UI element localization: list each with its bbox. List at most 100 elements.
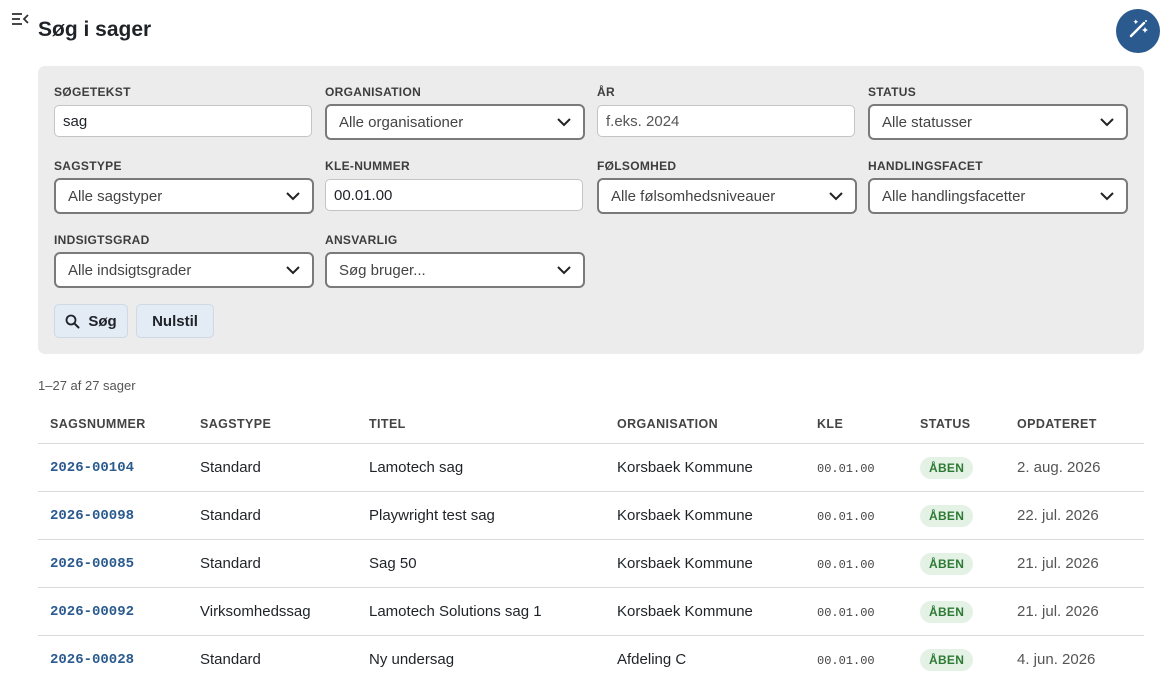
results-table: SAGSNUMMER SAGSTYPE TITEL ORGANISATION K… [38,404,1144,681]
case-organisation: Korsbaek Kommune [617,507,753,524]
indsigtsgrad-select-value: Alle indsigtsgrader [68,261,192,279]
case-updated: 21. jul. 2026 [1017,555,1099,572]
sagstype-label: SAGSTYPE [54,159,122,173]
case-updated: 22. jul. 2026 [1017,507,1099,524]
year-label: ÅR [597,85,615,99]
organisation-select-value: Alle organisationer [339,113,464,131]
status-badge: ÅBEN [920,553,974,575]
case-organisation: Korsbaek Kommune [617,603,753,620]
reset-button[interactable]: Nulstil [136,304,214,338]
status-select[interactable]: Alle statusser [868,104,1128,140]
column-header-kle[interactable]: KLE [817,417,843,431]
search-icon [65,314,80,328]
chevron-down-icon [1100,118,1114,127]
case-organisation: Afdeling C [617,651,687,668]
table-row[interactable]: 2026-00092 Virksomhedssag Lamotech Solut… [38,588,1144,636]
chevron-down-icon [557,118,571,127]
kle-label: KLE-NUMMER [325,159,410,173]
year-field: ÅR [597,84,857,137]
case-kle: 00.01.00 [817,558,875,572]
organisation-field: ORGANISATION Alle organisationer [325,84,585,140]
case-kle: 00.01.00 [817,510,875,524]
organisation-select[interactable]: Alle organisationer [325,104,585,140]
kle-input[interactable] [325,179,583,211]
case-number-link[interactable]: 2026-00098 [50,508,134,524]
status-field: STATUS Alle statusser [868,84,1128,140]
column-header-titel[interactable]: TITEL [369,417,406,431]
case-organisation: Korsbaek Kommune [617,459,753,476]
case-title: Ny undersag [369,651,455,668]
status-label: STATUS [868,85,917,99]
status-select-value: Alle statusser [882,113,973,131]
chevron-down-icon [286,266,300,275]
case-title: Lamotech sag [369,459,464,476]
sagstype-field: SAGSTYPE Alle sagstyper [54,158,314,214]
menu-collapse-icon[interactable] [11,12,29,26]
status-badge: ÅBEN [920,505,974,527]
indsigtsgrad-select[interactable]: Alle indsigtsgrader [54,252,314,288]
page-title: Søg i sager [38,18,152,41]
column-header-status[interactable]: STATUS [920,417,971,431]
magic-wand-button[interactable] [1116,9,1160,53]
column-header-sagstype[interactable]: SAGSTYPE [200,417,271,431]
status-badge: ÅBEN [920,601,974,623]
folsomhed-label: FØLSOMHED [597,159,677,173]
case-updated: 2. aug. 2026 [1017,459,1101,476]
folsomhed-select-value: Alle følsomhedsniveauer [611,187,776,205]
chevron-down-icon [829,192,843,201]
case-type: Standard [200,651,261,668]
folsomhed-select[interactable]: Alle følsomhedsniveauer [597,178,857,214]
case-title: Lamotech Solutions sag 1 [369,603,542,620]
search-text-label: SØGETEKST [54,85,131,99]
case-kle: 00.01.00 [817,462,875,476]
case-number-link[interactable]: 2026-00085 [50,556,134,572]
handlingsfacet-field: HANDLINGSFACET Alle handlingsfacetter [868,158,1128,214]
column-header-organisation[interactable]: ORGANISATION [617,417,718,431]
case-type: Standard [200,555,261,572]
indsigtsgrad-field: INDSIGTSGRAD Alle indsigtsgrader [54,232,314,288]
table-row[interactable]: 2026-00028 Standard Ny undersag Afdeling… [38,636,1144,681]
result-count: 1–27 af 27 sager [38,378,136,393]
ansvarlig-select[interactable]: Søg bruger... [325,252,585,288]
case-title: Playwright test sag [369,507,495,524]
case-number-link[interactable]: 2026-00028 [50,652,134,668]
case-number-link[interactable]: 2026-00092 [50,604,134,620]
case-type: Standard [200,507,261,524]
kle-field: KLE-NUMMER [325,158,585,211]
table-row[interactable]: 2026-00104 Standard Lamotech sag Korsbae… [38,444,1144,492]
table-header: SAGSNUMMER SAGSTYPE TITEL ORGANISATION K… [38,404,1144,444]
chevron-down-icon [557,266,571,275]
organisation-label: ORGANISATION [325,85,422,99]
indsigtsgrad-label: INDSIGTSGRAD [54,233,150,247]
year-input[interactable] [597,105,855,137]
column-header-sagsnummer[interactable]: SAGSNUMMER [50,417,146,431]
case-kle: 00.01.00 [817,654,875,668]
table-row[interactable]: 2026-00085 Standard Sag 50 Korsbaek Komm… [38,540,1144,588]
status-badge: ÅBEN [920,457,974,479]
case-kle: 00.01.00 [817,606,875,620]
case-type: Virksomhedssag [200,603,311,620]
magic-wand-icon [1127,18,1149,45]
folsomhed-field: FØLSOMHED Alle følsomhedsniveauer [597,158,857,214]
ansvarlig-select-value: Søg bruger... [339,261,426,279]
search-button[interactable]: Søg [54,304,128,338]
search-text-input[interactable] [54,105,312,137]
sagstype-select-value: Alle sagstyper [68,187,163,205]
case-updated: 4. jun. 2026 [1017,651,1096,668]
ansvarlig-label: ANSVARLIG [325,233,398,247]
case-title: Sag 50 [369,555,417,572]
sagstype-select[interactable]: Alle sagstyper [54,178,314,214]
handlingsfacet-select-value: Alle handlingsfacetter [882,187,1026,205]
reset-button-label: Nulstil [152,312,198,330]
case-type: Standard [200,459,261,476]
case-number-link[interactable]: 2026-00104 [50,460,134,476]
chevron-down-icon [286,192,300,201]
column-header-opdateret[interactable]: OPDATERET [1017,417,1097,431]
table-row[interactable]: 2026-00098 Standard Playwright test sag … [38,492,1144,540]
case-updated: 21. jul. 2026 [1017,603,1099,620]
search-text-field: SØGETEKST [54,84,314,137]
handlingsfacet-select[interactable]: Alle handlingsfacetter [868,178,1128,214]
search-button-label: Søg [88,312,117,330]
filter-panel: SØGETEKST ORGANISATION Alle organisation… [38,66,1144,354]
status-badge: ÅBEN [920,649,974,671]
